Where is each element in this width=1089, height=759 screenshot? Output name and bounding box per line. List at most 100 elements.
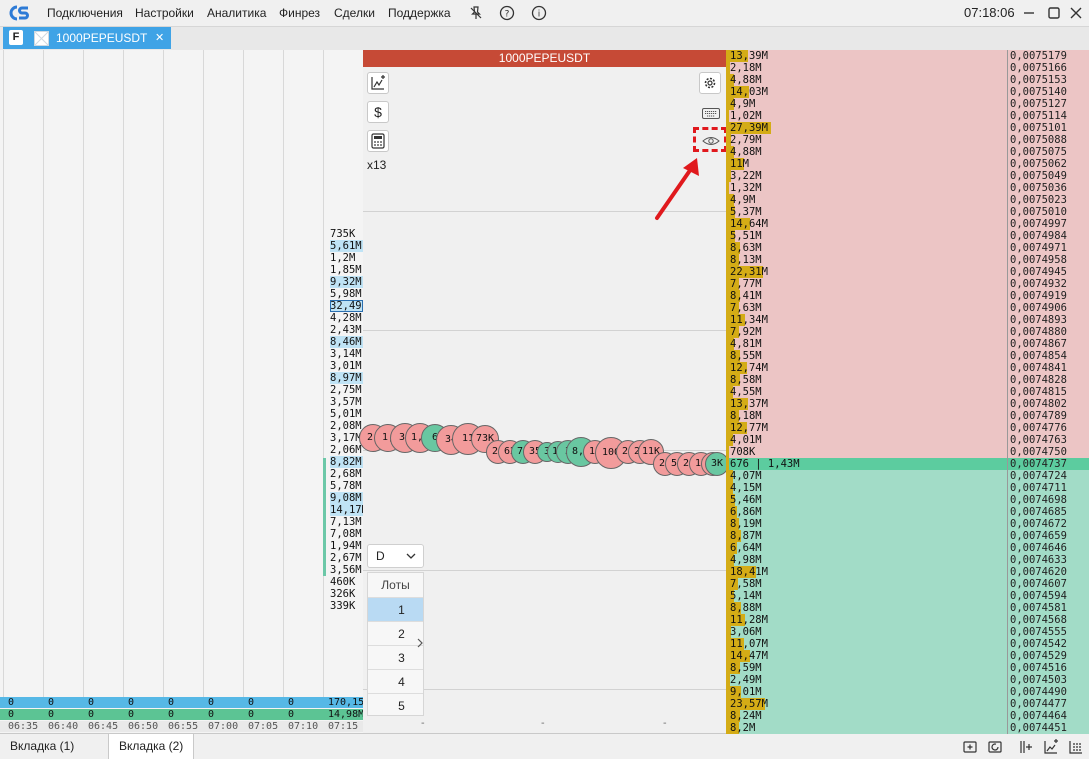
ask-row[interactable]: 4,88M 0,0075153: [726, 74, 1089, 86]
ask-row[interactable]: 13,37M 0,0074802: [726, 398, 1089, 410]
bid-row[interactable]: 4,98M 0,0074633: [726, 554, 1089, 566]
lot-option[interactable]: 5: [368, 693, 423, 717]
ask-row[interactable]: 708K 0,0074750: [726, 446, 1089, 458]
layout-icon[interactable]: [1068, 739, 1084, 755]
bubble-chart-panel[interactable]: 1000PEPEUSDT $ x13 2, 1, 1,1 6 34 11 73K…: [359, 50, 729, 733]
bid-row[interactable]: 18,41M 0,0074620: [726, 566, 1089, 578]
bid-row[interactable]: 6,64M 0,0074646: [726, 542, 1089, 554]
lot-option[interactable]: 3: [368, 645, 423, 669]
ask-row[interactable]: 8,18M 0,0074789: [726, 410, 1089, 422]
ask-row[interactable]: 12,77M 0,0074776: [726, 422, 1089, 434]
chevron-right-icon[interactable]: [416, 638, 424, 648]
order-volume: 5,37M: [730, 206, 762, 218]
symbol-icon: [34, 31, 49, 46]
bid-row[interactable]: 5,14M 0,0074594: [726, 590, 1089, 602]
mode-select[interactable]: D: [367, 544, 424, 568]
order-volume: 23,57M: [730, 698, 768, 710]
app-logo-icon[interactable]: [8, 5, 30, 21]
ask-row[interactable]: 1,32M 0,0075036: [726, 182, 1089, 194]
bid-row[interactable]: 9,01M 0,0074490: [726, 686, 1089, 698]
info-icon[interactable]: i: [531, 5, 547, 21]
ask-row[interactable]: 14,03M 0,0075140: [726, 86, 1089, 98]
ask-row[interactable]: 3,22M 0,0075049: [726, 170, 1089, 182]
ask-row[interactable]: 4,88M 0,0075075: [726, 146, 1089, 158]
order-price: 0,0074659: [1007, 530, 1089, 542]
bid-row[interactable]: 4,07M 0,0074724: [726, 470, 1089, 482]
keyboard-icon[interactable]: [702, 108, 720, 119]
settings-button[interactable]: [699, 72, 721, 94]
ask-row[interactable]: 8,13M 0,0074958: [726, 254, 1089, 266]
add-chart-icon[interactable]: [1043, 739, 1059, 755]
ask-row[interactable]: 8,41M 0,0074919: [726, 290, 1089, 302]
bid-row[interactable]: 11,28M 0,0074568: [726, 614, 1089, 626]
calculator-button[interactable]: [367, 130, 389, 152]
ask-row[interactable]: 22,31M 0,0074945: [726, 266, 1089, 278]
bid-row[interactable]: 11,07M 0,0074542: [726, 638, 1089, 650]
bid-row[interactable]: 7,58M 0,0074607: [726, 578, 1089, 590]
ask-row[interactable]: 7,92M 0,0074880: [726, 326, 1089, 338]
add-column-icon[interactable]: [1018, 739, 1034, 755]
help-icon[interactable]: ?: [499, 5, 515, 21]
ask-row[interactable]: 4,55M 0,0074815: [726, 386, 1089, 398]
bid-row[interactable]: 8,19M 0,0074672: [726, 518, 1089, 530]
bid-row[interactable]: 6,86M 0,0074685: [726, 506, 1089, 518]
ask-row[interactable]: 8,63M 0,0074971: [726, 242, 1089, 254]
bid-row[interactable]: 2,49M 0,0074503: [726, 674, 1089, 686]
bid-row[interactable]: 3,06M 0,0074555: [726, 626, 1089, 638]
ask-row[interactable]: 7,63M 0,0074906: [726, 302, 1089, 314]
cluster-chart[interactable]: 735K5,61M1,2M1,85M9,32M5,98M32,49M4,28M2…: [0, 50, 363, 733]
ask-row[interactable]: 2,79M 0,0075088: [726, 134, 1089, 146]
menu-connections[interactable]: Подключения: [47, 0, 123, 26]
bid-row[interactable]: 8,59M 0,0074516: [726, 662, 1089, 674]
ask-row[interactable]: 4,9M 0,0075023: [726, 194, 1089, 206]
bid-row[interactable]: 8,2M 0,0074451: [726, 722, 1089, 734]
bid-row[interactable]: 23,57M 0,0074477: [726, 698, 1089, 710]
ask-row[interactable]: 1,02M 0,0075114: [726, 110, 1089, 122]
ask-row[interactable]: 8,55M 0,0074854: [726, 350, 1089, 362]
ask-row[interactable]: 5,51M 0,0074984: [726, 230, 1089, 242]
ask-row[interactable]: 4,9M 0,0075127: [726, 98, 1089, 110]
order-volume: 4,55M: [730, 386, 762, 398]
ask-row[interactable]: 7,77M 0,0074932: [726, 278, 1089, 290]
ask-row[interactable]: 13,39M 0,0075179: [726, 50, 1089, 62]
menu-analytics[interactable]: Аналитика: [207, 0, 266, 26]
ask-row[interactable]: 12,74M 0,0074841: [726, 362, 1089, 374]
menu-support[interactable]: Поддержка: [388, 0, 451, 26]
close-window-icon[interactable]: [1068, 5, 1084, 21]
ask-row[interactable]: 4,01M 0,0074763: [726, 434, 1089, 446]
ask-row[interactable]: 14,64M 0,0074997: [726, 218, 1089, 230]
bid-row[interactable]: 8,24M 0,0074464: [726, 710, 1089, 722]
chart-add-icon: [371, 75, 385, 90]
lot-option[interactable]: 4: [368, 669, 423, 693]
bid-row[interactable]: 8,88M 0,0074581: [726, 602, 1089, 614]
menu-settings[interactable]: Настройки: [135, 0, 194, 26]
ask-row[interactable]: 8,58M 0,0074828: [726, 374, 1089, 386]
ask-row[interactable]: 11M 0,0075062: [726, 158, 1089, 170]
workspace-tab-2[interactable]: Вкладка (2): [108, 734, 195, 759]
chart-tab-1000pepeusdt[interactable]: F 1000PEPEUSDT ✕: [3, 27, 171, 49]
lot-option[interactable]: 2: [368, 621, 423, 645]
tab-close-icon[interactable]: ✕: [155, 27, 164, 49]
minimize-icon[interactable]: [1021, 5, 1037, 21]
maximize-icon[interactable]: [1046, 5, 1062, 21]
workspace-tab-1[interactable]: Вкладка (1): [0, 734, 84, 759]
ask-row[interactable]: 4,81M 0,0074867: [726, 338, 1089, 350]
add-window-icon[interactable]: [962, 739, 978, 755]
bid-row[interactable]: 8,87M 0,0074659: [726, 530, 1089, 542]
order-volume: 2,49M: [730, 674, 762, 686]
refresh-window-icon[interactable]: [987, 739, 1003, 755]
add-indicator-button[interactable]: [367, 72, 389, 94]
ask-row[interactable]: 2,18M 0,0075166: [726, 62, 1089, 74]
current-price-row[interactable]: 676 | 1,43M 0,0074737: [726, 458, 1089, 470]
currency-button[interactable]: $: [367, 101, 389, 123]
menu-deals[interactable]: Сделки: [334, 0, 375, 26]
pin-off-icon[interactable]: [468, 5, 484, 21]
lot-option[interactable]: 1: [368, 597, 423, 621]
menu-finrez[interactable]: Финрез: [279, 0, 320, 26]
bid-row[interactable]: 5,46M 0,0074698: [726, 494, 1089, 506]
ask-row[interactable]: 11,34M 0,0074893: [726, 314, 1089, 326]
ask-row[interactable]: 5,37M 0,0075010: [726, 206, 1089, 218]
ask-row[interactable]: 27,39M 0,0075101: [726, 122, 1089, 134]
bid-row[interactable]: 4,15M 0,0074711: [726, 482, 1089, 494]
bid-row[interactable]: 14,47M 0,0074529: [726, 650, 1089, 662]
